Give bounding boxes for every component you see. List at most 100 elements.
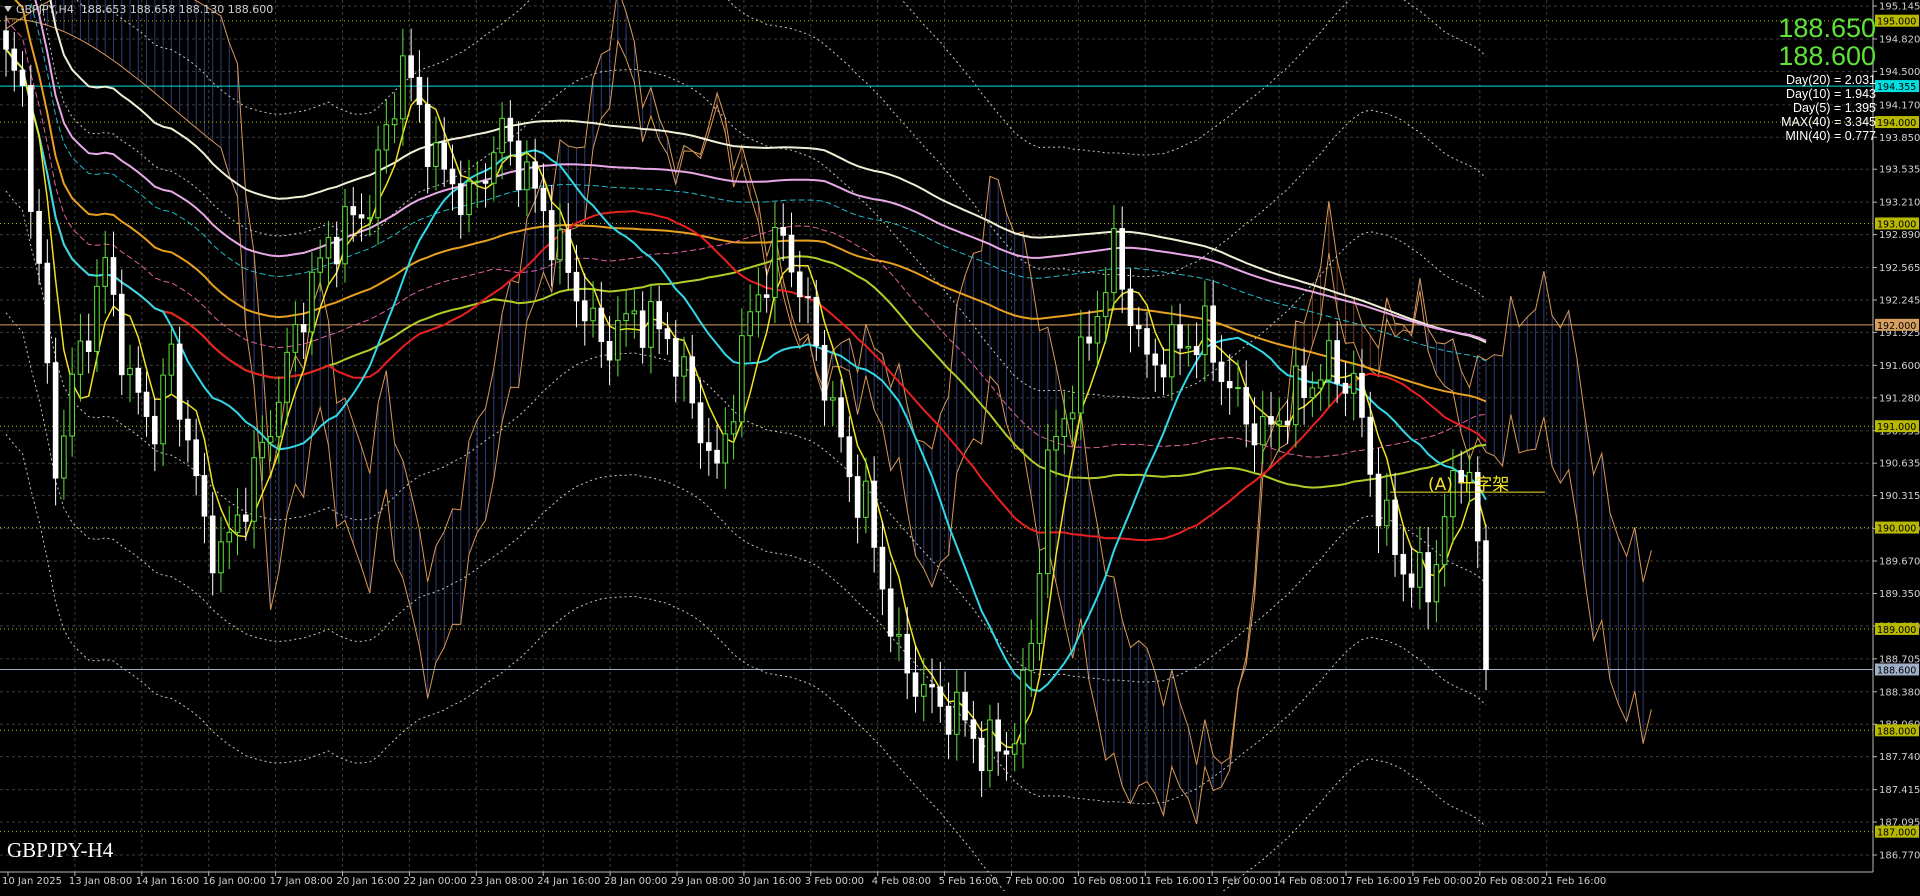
candle-body <box>573 271 580 302</box>
stat-day20: Day(20) = 2.031 <box>1786 73 1876 87</box>
price-label: 194.820 <box>1879 34 1920 45</box>
time-label: 30 Jan 16:00 <box>738 876 801 887</box>
candle-body <box>118 293 125 376</box>
candle-body <box>441 142 448 170</box>
candle-body <box>813 296 820 346</box>
candle-body <box>772 226 778 298</box>
time-label: 13 Jan 08:00 <box>69 876 132 887</box>
candle-body <box>234 514 241 533</box>
price-label: 188.380 <box>1879 687 1920 698</box>
price-badge-label: 187.000 <box>1877 828 1916 839</box>
candle-body <box>185 418 191 441</box>
candle-body <box>209 515 216 574</box>
time-label: 11 Feb 16:00 <box>1139 876 1205 887</box>
ask-price: 188.600 <box>1778 41 1876 71</box>
time-label: 29 Jan 08:00 <box>671 876 734 887</box>
time-label: 23 Jan 08:00 <box>470 876 533 887</box>
candle-body <box>457 183 464 216</box>
candle-body <box>796 271 803 298</box>
candle-body <box>317 257 323 273</box>
candle-body <box>1293 365 1299 426</box>
candle-body <box>160 374 166 445</box>
candle-body <box>424 103 431 167</box>
stat-min40: MIN(40) = 0.777 <box>1785 129 1876 143</box>
candle-body <box>1086 336 1092 344</box>
candle-body <box>598 307 605 342</box>
candle-body <box>714 449 720 464</box>
price-label: 187.740 <box>1879 752 1920 763</box>
candle-body <box>1301 365 1307 399</box>
candle-body <box>664 328 671 340</box>
candle-body <box>755 294 762 313</box>
time-label: 14 Feb 08:00 <box>1273 876 1339 887</box>
candle-body <box>1483 540 1489 670</box>
price-label: 193.850 <box>1879 133 1920 144</box>
candle-body <box>1003 750 1010 755</box>
candle-body <box>474 180 481 183</box>
candle-body <box>532 161 538 189</box>
candle-body <box>672 338 679 377</box>
candle-body <box>482 180 489 184</box>
candle-body <box>887 588 894 637</box>
time-label: 28 Jan 00:00 <box>604 876 667 887</box>
candle-body <box>102 257 109 287</box>
candle-body <box>433 142 439 167</box>
candle-body <box>276 401 282 438</box>
stat-max40: MAX(40) = 3.345 <box>1781 115 1876 129</box>
candle-body <box>325 236 332 259</box>
candle-body <box>1044 449 1051 575</box>
candle-body <box>1169 324 1175 378</box>
candle-body <box>1441 516 1448 566</box>
cross-annotation: (A) 十字架 <box>1428 475 1510 495</box>
candle-body <box>1053 435 1059 451</box>
candle-body <box>44 262 51 364</box>
candle-body <box>805 296 811 299</box>
bid-price: 188.650 <box>1778 13 1876 43</box>
candle-body <box>590 307 596 322</box>
candle-body <box>1028 642 1035 671</box>
candle-body <box>383 124 390 151</box>
candle-body <box>1276 420 1283 425</box>
candle-body <box>830 397 836 401</box>
candle-body <box>1317 379 1324 389</box>
candle-body <box>879 546 886 590</box>
time-label: 22 Jan 00:00 <box>403 876 466 887</box>
candle-body <box>1359 372 1365 418</box>
candle-body <box>1094 316 1101 344</box>
candle-body <box>292 324 299 353</box>
price-label: 191.280 <box>1879 393 1920 404</box>
price-label: 193.210 <box>1879 198 1920 209</box>
time-label: 17 Jan 08:00 <box>270 876 333 887</box>
candle-body <box>871 480 877 548</box>
candle-body <box>1259 416 1266 446</box>
candle-body <box>366 217 373 220</box>
candle-body <box>400 55 406 120</box>
price-chart[interactable]: 195.145 194.820 194.500 194.170 193.850 193.5… <box>0 0 1920 896</box>
candle-body <box>763 294 770 298</box>
candle-body <box>722 433 729 464</box>
time-label: 13 Feb 00:00 <box>1206 876 1272 887</box>
candle-body <box>11 48 18 71</box>
candle-body <box>218 541 224 574</box>
candle-body <box>77 340 84 375</box>
candle-body <box>226 531 233 543</box>
time-label: 14 Jan 16:00 <box>136 876 199 887</box>
candle-body <box>193 439 199 477</box>
candle-body <box>1268 416 1274 425</box>
chart-canvas[interactable]: 195.145 194.820 194.500 194.170 193.850 193.5… <box>0 0 1920 896</box>
candle-body <box>94 285 100 352</box>
candle-body <box>1235 387 1241 390</box>
price-label: 186.770 <box>1879 851 1920 862</box>
candle-body <box>85 340 92 352</box>
candle-body <box>648 301 654 348</box>
price-badge-label: 189.000 <box>1877 625 1916 636</box>
candle-body <box>52 362 59 479</box>
price-badge-label: 188.600 <box>1877 665 1916 676</box>
candle-body <box>780 226 787 236</box>
candle-body <box>168 343 175 376</box>
candle-body <box>201 475 208 517</box>
dropdown-triangle-icon[interactable] <box>4 6 12 12</box>
candle-body <box>466 180 472 216</box>
candle-body <box>309 271 315 333</box>
candle-body <box>1350 372 1357 394</box>
